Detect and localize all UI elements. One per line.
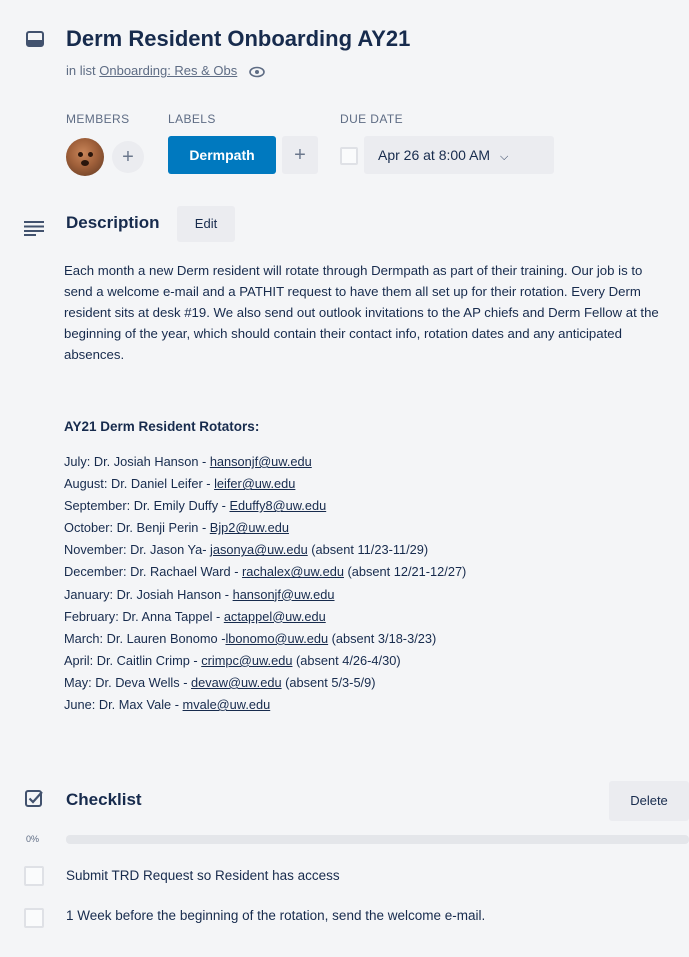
- label-dermpath[interactable]: Dermpath: [168, 136, 276, 174]
- rotator-row: July: Dr. Josiah Hanson - hansonjf@uw.ed…: [64, 451, 664, 473]
- checklist-item-checkbox[interactable]: [24, 908, 44, 928]
- rotator-row: November: Dr. Jason Ya- jasonya@uw.edu (…: [64, 539, 664, 561]
- rotator-name: April: Dr. Caitlin Crimp -: [64, 652, 202, 668]
- checklist-progress-percent: 0%: [26, 834, 40, 844]
- absence-note: (absent 5/3-5/9): [281, 674, 376, 690]
- email-link[interactable]: lbonomo@uw.edu: [225, 631, 328, 646]
- rotator-name: July: Dr. Josiah Hanson -: [64, 454, 210, 469]
- checklist-item-text[interactable]: Submit TRD Request so Resident has acces…: [66, 865, 340, 886]
- rotator-name: September: Dr. Emily Duffy -: [64, 498, 230, 514]
- email-link[interactable]: mvale@uw.edu: [183, 697, 271, 712]
- edit-description-button[interactable]: Edit: [177, 206, 235, 242]
- checklist-icon: [25, 790, 43, 807]
- absence-note: (absent 11/23-11/29): [307, 542, 429, 558]
- add-label-button[interactable]: +: [282, 136, 318, 174]
- due-date-label: DUE DATE: [340, 112, 403, 126]
- email-link[interactable]: leifer@uw.edu: [214, 476, 295, 491]
- description-title: Description: [66, 213, 160, 232]
- due-date-checkbox[interactable]: [340, 147, 358, 165]
- description-text[interactable]: Each month a new Derm resident will rota…: [64, 260, 669, 365]
- email-link[interactable]: hansonjf@uw.edu: [233, 587, 335, 602]
- rotator-row: September: Dr. Emily Duffy - Eduffy8@uw.…: [64, 495, 664, 517]
- rotator-row: February: Dr. Anna Tappel - actappel@uw.…: [64, 606, 664, 628]
- in-list-prefix: in list: [66, 63, 96, 78]
- description-icon: [24, 221, 44, 236]
- checklist-title[interactable]: Checklist: [66, 790, 142, 810]
- due-date-value: Apr 26 at 8:00 AM: [378, 147, 491, 163]
- rotator-name: December: Dr. Rachael Ward -: [64, 564, 243, 580]
- eye-icon[interactable]: [249, 66, 265, 78]
- absence-note: (absent 12/21-12/27): [343, 564, 467, 580]
- members-label: MEMBERS: [66, 112, 130, 126]
- delete-checklist-button[interactable]: Delete: [609, 781, 689, 821]
- card-icon: [26, 31, 44, 47]
- card-title[interactable]: Derm Resident Onboarding AY21: [66, 26, 410, 52]
- rotator-row: October: Dr. Benji Perin - Bjp2@uw.edu: [64, 517, 664, 539]
- checklist-item-text[interactable]: 1 Week before the beginning of the rotat…: [66, 905, 586, 926]
- due-date-button[interactable]: Apr 26 at 8:00 AM ⌵: [364, 136, 554, 174]
- absence-note: (absent 3/18-3/23): [328, 630, 437, 646]
- email-link[interactable]: Bjp2@uw.edu: [210, 520, 289, 535]
- checklist-item-checkbox[interactable]: [24, 866, 44, 886]
- rotator-row: April: Dr. Caitlin Crimp - crimpc@uw.edu…: [64, 650, 664, 672]
- rotator-name: June: Dr. Max Vale -: [64, 697, 183, 713]
- rotator-row: March: Dr. Lauren Bonomo -lbonomo@uw.edu…: [64, 628, 664, 650]
- rotator-name: March: Dr. Lauren Bonomo -: [64, 630, 226, 646]
- email-link[interactable]: crimpc@uw.edu: [201, 653, 292, 668]
- member-avatar[interactable]: [66, 138, 104, 176]
- rotators-list: July: Dr. Josiah Hanson - hansonjf@uw.ed…: [64, 451, 664, 716]
- email-link[interactable]: devaw@uw.edu: [191, 675, 282, 690]
- chevron-down-icon: ⌵: [499, 151, 509, 163]
- card-list-info: in list Onboarding: Res & Obs: [66, 63, 265, 78]
- labels-label: LABELS: [168, 112, 216, 126]
- email-link[interactable]: jasonya@uw.edu: [210, 542, 308, 557]
- email-link[interactable]: hansonjf@uw.edu: [210, 454, 312, 469]
- rotator-name: January: Dr. Josiah Hanson -: [64, 586, 233, 602]
- rotator-row: January: Dr. Josiah Hanson - hansonjf@uw…: [64, 584, 664, 606]
- rotator-row: December: Dr. Rachael Ward - rachalex@uw…: [64, 561, 664, 583]
- rotator-name: August: Dr. Daniel Leifer -: [64, 476, 215, 492]
- rotator-name: May: Dr. Deva Wells -: [64, 674, 192, 690]
- rotator-row: May: Dr. Deva Wells - devaw@uw.edu (abse…: [64, 672, 664, 694]
- absence-note: (absent 4/26-4/30): [292, 652, 401, 668]
- add-member-button[interactable]: +: [112, 141, 144, 173]
- checklist-progress-bar: [66, 835, 689, 844]
- email-link[interactable]: actappel@uw.edu: [224, 609, 326, 624]
- email-link[interactable]: rachalex@uw.edu: [242, 564, 344, 579]
- list-link[interactable]: Onboarding: Res & Obs: [99, 63, 237, 78]
- rotators-heading: AY21 Derm Resident Rotators:: [64, 419, 260, 434]
- rotator-name: October: Dr. Benji Perin -: [64, 520, 210, 536]
- rotator-row: June: Dr. Max Vale - mvale@uw.edu: [64, 694, 664, 716]
- rotator-row: August: Dr. Daniel Leifer - leifer@uw.ed…: [64, 473, 664, 495]
- rotator-name: February: Dr. Anna Tappel -: [64, 608, 224, 624]
- rotator-name: November: Dr. Jason Ya-: [64, 542, 211, 558]
- email-link[interactable]: Eduffy8@uw.edu: [229, 498, 326, 513]
